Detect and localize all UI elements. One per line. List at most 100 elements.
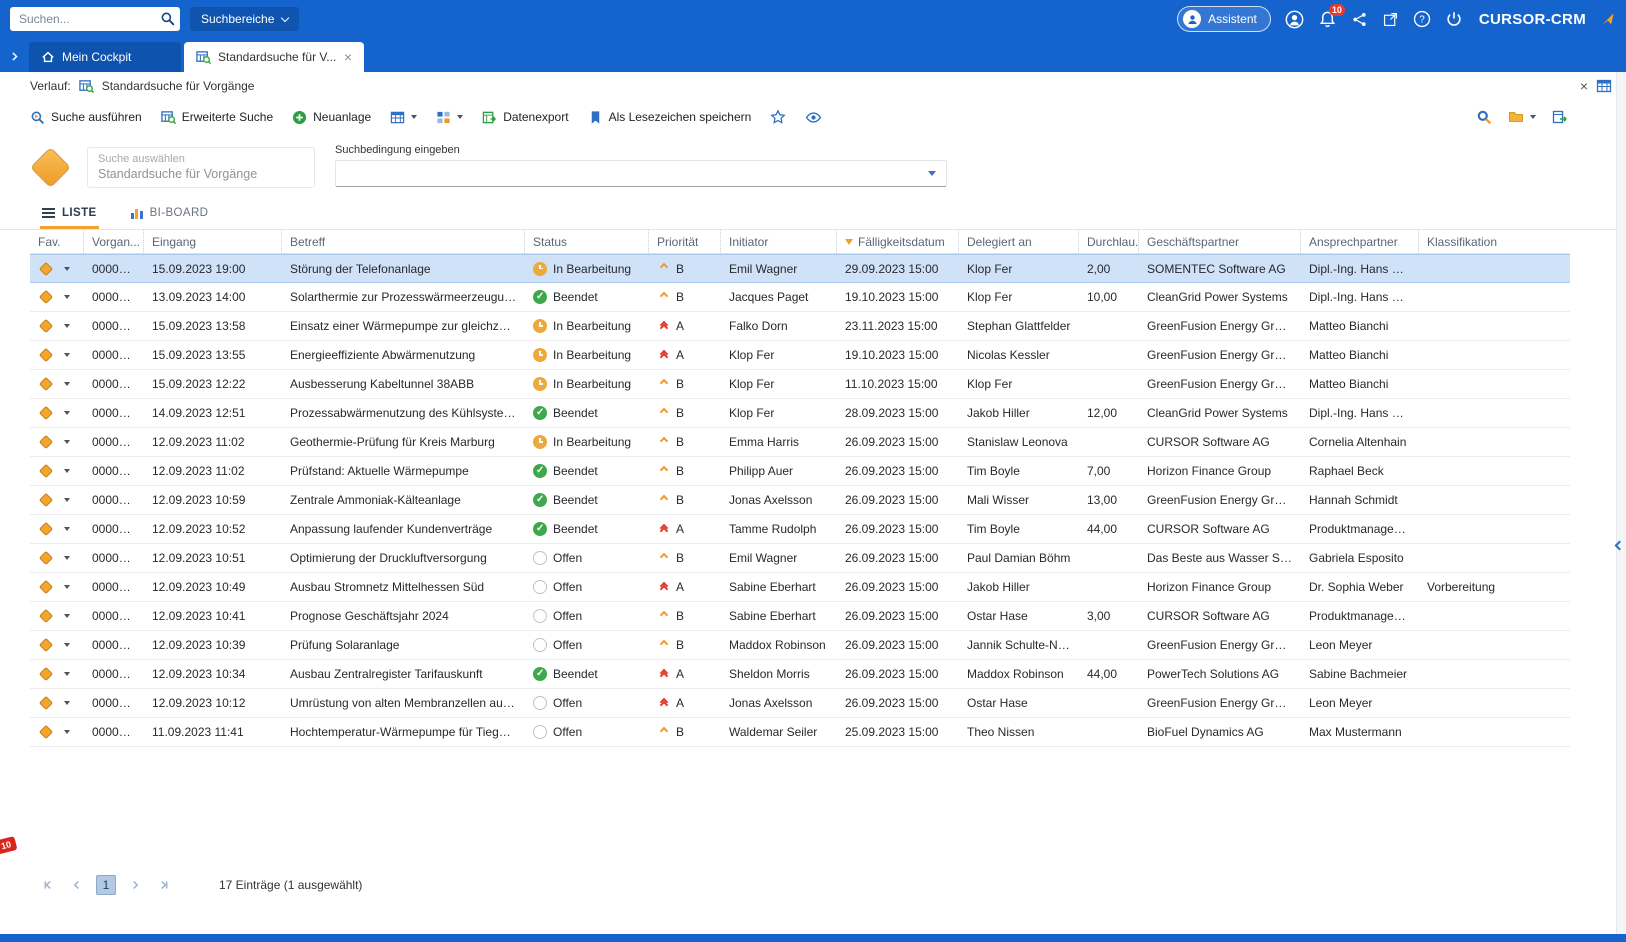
suchbereiche-button[interactable]: Suchbereiche [190,7,300,31]
close-tab-icon[interactable]: × [344,50,352,64]
favorite-diamond-icon[interactable] [38,550,54,566]
table-row[interactable]: 0000010 12.09.2023 11:02 Prüfstand: Aktu… [30,457,1570,486]
col-delegiert-an[interactable]: Delegiert an [959,230,1079,253]
watch-eye-icon[interactable] [805,109,822,126]
table-row[interactable]: 0000007 12.09.2023 10:51 Optimierung der… [30,544,1570,573]
table-row[interactable]: 0000008 12.09.2023 10:52 Anpassung laufe… [30,515,1570,544]
table-row[interactable]: 0000006 12.09.2023 10:49 Ausbau Stromnet… [30,573,1570,602]
table-view-dropdown[interactable] [390,110,418,125]
table-row[interactable]: 0000014 15.09.2023 13:55 Energieeffizien… [30,341,1570,370]
tab-bi-board[interactable]: BI-BOARD [129,200,211,229]
col-status[interactable]: Status [525,230,649,253]
panel-layout-icon[interactable] [1596,78,1612,94]
col-ansprechpartner[interactable]: Ansprechpartner [1301,230,1419,253]
col-initiator[interactable]: Initiator [721,230,837,253]
new-record-button[interactable]: Neuanlage [292,110,371,125]
favorite-diamond-icon[interactable] [38,405,54,421]
col-vorgang[interactable]: Vorgan... [84,230,144,253]
row-menu-caret-icon[interactable] [64,440,70,444]
next-page-button[interactable] [125,875,145,895]
favorite-diamond-icon[interactable] [38,521,54,537]
table-row[interactable]: 0000015 15.09.2023 13:58 Einsatz einer W… [30,312,1570,341]
last-page-button[interactable] [154,875,174,895]
favorite-diamond-icon[interactable] [38,492,54,508]
col-fav[interactable]: Fav. [30,230,84,253]
table-row[interactable]: 0000009 12.09.2023 10:59 Zentrale Ammoni… [30,486,1570,515]
favorite-diamond-icon[interactable] [38,608,54,624]
table-row[interactable]: 0000013 15.09.2023 12:22 Ausbesserung Ka… [30,370,1570,399]
close-icon[interactable]: × [1580,78,1588,94]
verlauf-value[interactable]: Standardsuche für Vorgänge [102,79,255,93]
save-bookmark-button[interactable]: Als Lesezeichen speichern [588,110,751,125]
favorite-star-icon[interactable] [770,109,786,125]
favorite-diamond-icon[interactable] [38,434,54,450]
favorite-diamond-icon[interactable] [38,376,54,392]
table-export-icon[interactable] [1552,109,1568,125]
current-page-button[interactable]: 1 [96,875,116,895]
first-page-button[interactable] [38,875,58,895]
favorite-diamond-icon[interactable] [38,695,54,711]
data-export-button[interactable]: Datenexport [482,110,569,125]
tab-mein-cockpit[interactable]: Mein Cockpit [29,42,181,72]
advanced-search-button[interactable]: Erweiterte Suche [161,110,273,125]
vertical-scrollbar[interactable] [1616,72,1626,934]
col-klassifikation[interactable]: Klassifikation [1419,230,1570,253]
zoom-search-icon[interactable] [1476,109,1492,125]
row-menu-caret-icon[interactable] [64,324,70,328]
table-row[interactable]: 0000003 12.09.2023 10:34 Ausbau Zentralr… [30,660,1570,689]
favorite-diamond-icon[interactable] [38,261,54,276]
external-link-icon[interactable] [1382,11,1399,28]
row-menu-caret-icon[interactable] [64,469,70,473]
prev-page-button[interactable] [67,875,87,895]
search-select-field[interactable]: Suche auswählen Standardsuche für Vorgän… [87,146,315,188]
row-menu-caret-icon[interactable] [64,382,70,386]
row-menu-caret-icon[interactable] [64,527,70,531]
row-menu-caret-icon[interactable] [64,295,70,299]
row-menu-caret-icon[interactable] [64,266,70,271]
share-icon[interactable] [1351,11,1368,28]
card-view-dropdown[interactable] [436,110,464,125]
row-menu-caret-icon[interactable] [64,643,70,647]
table-row[interactable]: 0000002 12.09.2023 10:12 Umrüstung von a… [30,689,1570,718]
col-betreff[interactable]: Betreff [282,230,525,253]
table-row[interactable]: 0000016 13.09.2023 14:00 Solarthermie zu… [30,283,1570,312]
favorite-diamond-icon[interactable] [38,347,54,363]
account-icon[interactable] [1285,10,1304,29]
logout-power-icon[interactable] [1445,10,1463,28]
table-row[interactable]: 0000004 12.09.2023 10:39 Prüfung Solaran… [30,631,1570,660]
col-geschaeftspartner[interactable]: Geschäftspartner [1139,230,1301,253]
favorite-diamond-icon[interactable] [38,666,54,682]
help-icon[interactable] [1413,10,1431,28]
favorite-diamond-icon[interactable] [38,637,54,653]
table-row[interactable]: 0000011 12.09.2023 11:02 Geothermie-Prüf… [30,428,1570,457]
row-menu-caret-icon[interactable] [64,614,70,618]
col-durchlauf[interactable]: Durchlau... [1079,230,1139,253]
tab-standardsuche[interactable]: Standardsuche für V... × [184,42,364,72]
assistent-button[interactable]: Assistent [1177,6,1271,32]
favorite-diamond-icon[interactable] [38,289,54,305]
col-eingang[interactable]: Eingang [144,230,282,253]
search-condition-combobox[interactable] [335,159,947,187]
favorite-diamond-icon[interactable] [38,463,54,479]
search-icon[interactable] [160,11,175,26]
run-search-button[interactable]: Suche ausführen [30,110,142,125]
tab-liste[interactable]: LISTE [40,200,99,229]
table-row[interactable]: 0000012 14.09.2023 12:51 Prozessabwärmen… [30,399,1570,428]
folder-dropdown[interactable] [1508,109,1536,125]
row-menu-caret-icon[interactable] [64,353,70,357]
chevron-right-icon[interactable] [8,50,21,63]
row-menu-caret-icon[interactable] [64,672,70,676]
search-input[interactable] [10,7,180,31]
row-menu-caret-icon[interactable] [64,498,70,502]
col-prioritaet[interactable]: Priorität [649,230,721,253]
favorite-diamond-icon[interactable] [38,724,54,740]
row-menu-caret-icon[interactable] [64,730,70,734]
favorite-diamond-icon[interactable] [38,318,54,334]
row-menu-caret-icon[interactable] [64,701,70,705]
row-menu-caret-icon[interactable] [64,411,70,415]
table-row[interactable]: 0000005 12.09.2023 10:41 Prognose Geschä… [30,602,1570,631]
row-menu-caret-icon[interactable] [64,585,70,589]
notifications-bell-icon[interactable]: 10 [1318,3,1345,29]
favorite-diamond-icon[interactable] [38,579,54,595]
row-menu-caret-icon[interactable] [64,556,70,560]
